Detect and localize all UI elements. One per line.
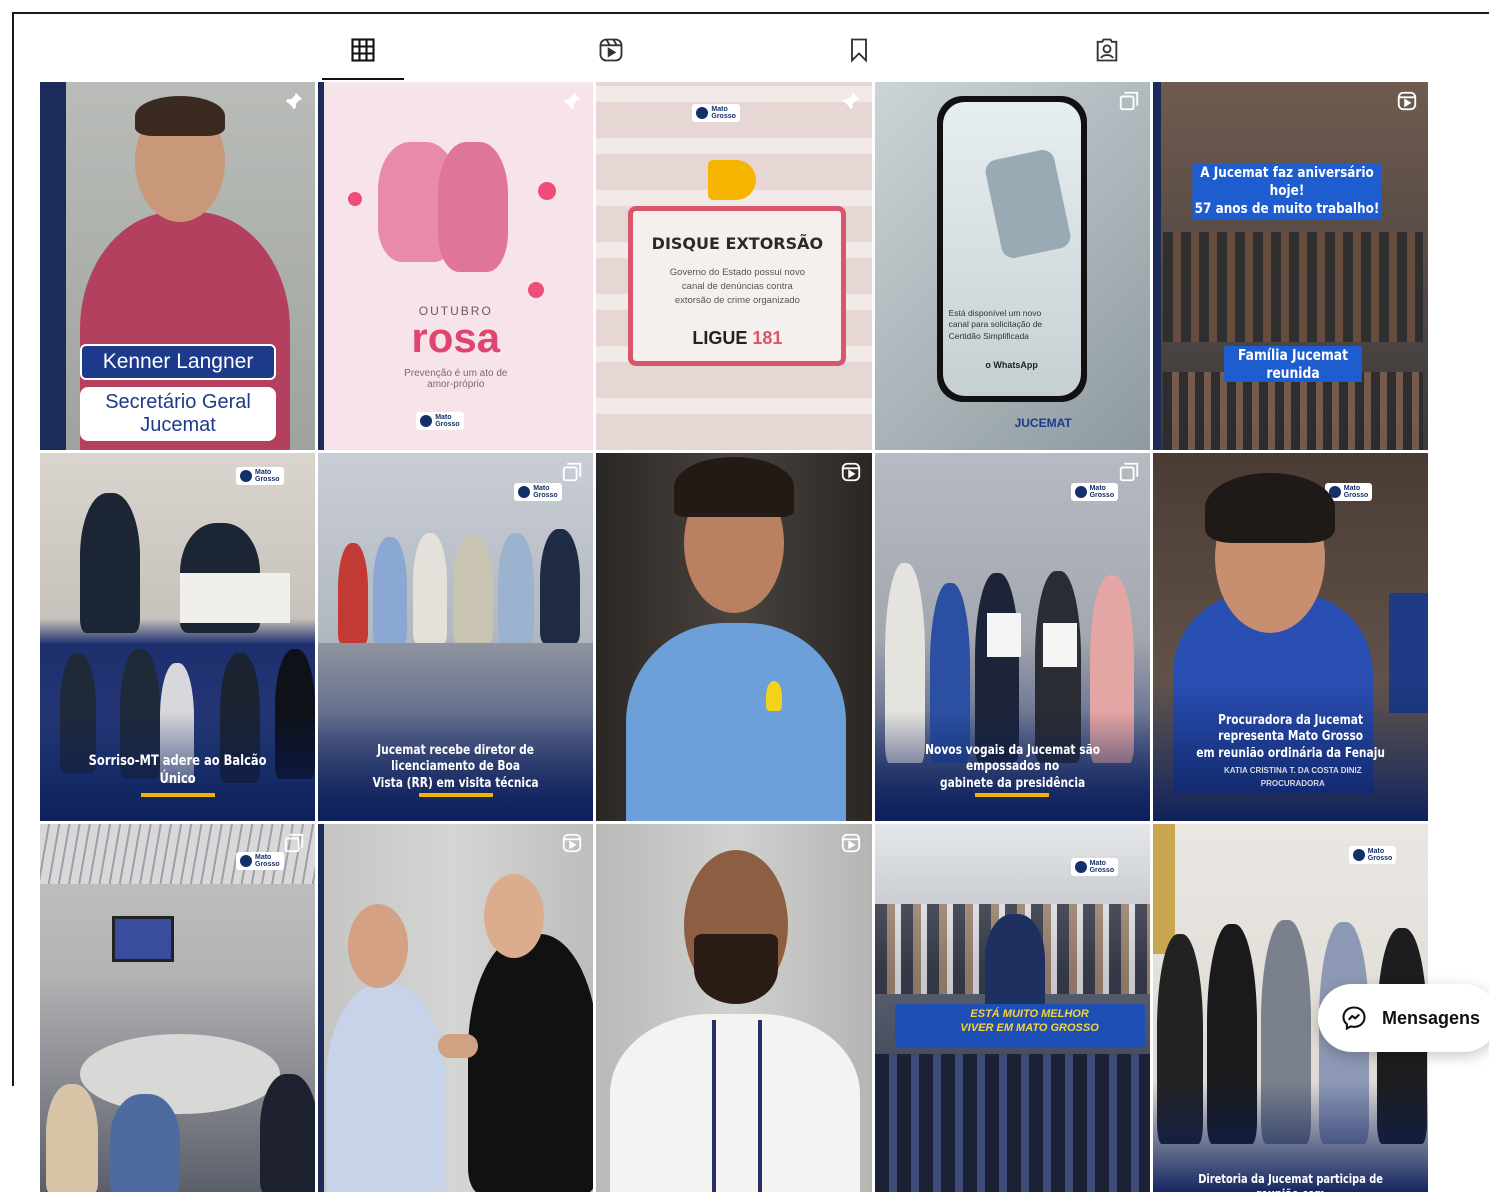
subtitle: Prevenção é um ato de amor-próprio <box>404 368 508 390</box>
cta-number: 181 <box>752 328 783 348</box>
seal-icon <box>240 855 252 867</box>
logo-badge: Mato Grosso <box>416 412 464 430</box>
post-caption: Diretoria da Jucemat participa de reuniã… <box>1198 1172 1383 1192</box>
post-tile[interactable]: Mato Grosso ESTÁ MUITO MELHOR VIVER EM M… <box>874 824 1150 1192</box>
post-tile[interactable]: Kenner Langner Secretário Geral Jucemat <box>40 82 316 450</box>
profile-tabs <box>40 20 1428 80</box>
reels-icon <box>599 38 623 62</box>
tab-saved[interactable] <box>818 20 900 80</box>
banner-bottom: Família Jucemat reunida <box>1223 346 1362 382</box>
grid-icon <box>351 38 375 62</box>
logo-text: Mato Grosso <box>1343 485 1369 499</box>
logo-text: Mato Grosso <box>255 854 280 868</box>
post-caption: Novos vogais da Jucemat são empossados n… <box>924 743 1100 791</box>
post-caption: Jucemat recebe diretor de licenciamento … <box>372 743 539 791</box>
caption-rule <box>418 793 493 797</box>
seal-icon <box>696 107 709 119</box>
post-tile[interactable]: Mato Grosso Procuradora da Jucemat repre… <box>1152 453 1428 821</box>
name-label: Kenner Langner <box>80 344 276 380</box>
reels-icon <box>561 832 583 854</box>
post-tile[interactable]: Mato Grosso Sorriso-MT adere ao Balcão Ú… <box>40 453 316 821</box>
post-tile[interactable] <box>318 824 594 1192</box>
reels-icon <box>840 461 862 483</box>
post-tile[interactable]: Mato Grosso <box>40 824 316 1192</box>
role-label: Secretário Geral Jucemat <box>80 387 276 441</box>
logo-badge: Mato Grosso <box>1348 846 1397 864</box>
post-tile[interactable] <box>596 824 872 1192</box>
post-tile[interactable]: A Jucemat faz aniversário hoje! 57 anos … <box>1152 82 1428 450</box>
post-tile[interactable]: Mato Grosso DISQUE EXTORSÃO Governo do E… <box>596 82 872 450</box>
caption-rule <box>975 793 1050 797</box>
carousel-icon <box>1118 90 1140 112</box>
messages-label: Mensagens <box>1382 1007 1481 1028</box>
logo-badge: Mato Grosso <box>1070 483 1119 501</box>
logo-text: Mato Grosso <box>1089 485 1115 499</box>
carousel-icon <box>561 461 583 483</box>
logo-text: Mato Grosso <box>1367 848 1393 862</box>
body-text: Governo do Estado possui novo canal de d… <box>669 267 805 306</box>
handshake-icon <box>438 1034 479 1058</box>
logo-badge: Mato Grosso <box>236 852 284 870</box>
phone-text: Está disponível um novo canal para solic… <box>948 308 1043 341</box>
post-caption: Sorriso-MT adere ao Balcão Único <box>88 753 267 787</box>
logo-badge: Mato Grosso <box>1070 858 1119 876</box>
pin-icon <box>561 90 583 112</box>
tab-posts[interactable] <box>322 20 404 80</box>
pin-icon <box>283 90 305 112</box>
logo-text: Mato Grosso <box>1089 860 1115 874</box>
seal-icon <box>420 415 433 427</box>
cta-prefix: LIGUE <box>692 328 753 348</box>
banner-top: A Jucemat faz aniversário hoje! 57 anos … <box>1192 164 1382 219</box>
post-tile[interactable] <box>596 453 872 821</box>
seal-icon <box>1074 861 1087 873</box>
reels-icon <box>840 832 862 854</box>
messages-button[interactable]: Mensagens <box>1318 984 1489 1052</box>
megaphone-icon <box>708 160 757 200</box>
heading: DISQUE EXTORSÃO <box>651 234 824 253</box>
logo-badge: Mato Grosso <box>514 483 562 501</box>
tab-reels[interactable] <box>570 20 652 80</box>
caption-rule <box>140 793 215 797</box>
carousel-icon <box>1118 461 1140 483</box>
reels-icon <box>1396 90 1418 112</box>
footer-logo: JUCEMAT <box>1014 416 1072 430</box>
logo-text: Mato Grosso <box>711 106 736 120</box>
logo-text: Mato Grosso <box>255 469 280 483</box>
post-caption: Procuradora da Jucemat representa Mato G… <box>1196 713 1385 761</box>
post-tile[interactable]: Mato Grosso Novos vogais da Jucemat são … <box>874 453 1150 821</box>
seal-icon <box>518 486 531 498</box>
title-main: rosa <box>411 314 501 361</box>
bookmark-icon <box>851 38 867 63</box>
logo-badge: Mato Grosso <box>692 104 740 122</box>
ribbon-icon <box>766 681 783 711</box>
tagged-user-icon <box>1096 38 1118 62</box>
cta-text: LIGUE 181 <box>628 328 846 349</box>
posts-grid: Kenner Langner Secretário Geral Jucemat … <box>40 82 1428 1192</box>
event-banner: ESTÁ MUITO MELHOR VIVER EM MATO GROSSO <box>960 1008 1099 1034</box>
post-tile[interactable]: Mato Grosso Jucemat recebe diretor de li… <box>318 453 594 821</box>
seal-icon <box>1352 849 1365 861</box>
logo-text: Mato Grosso <box>533 485 558 499</box>
tab-tagged[interactable] <box>1066 20 1148 80</box>
carousel-icon <box>283 832 305 854</box>
pin-icon <box>840 90 862 112</box>
logo-badge: Mato Grosso <box>236 467 284 485</box>
logo-text: Mato Grosso <box>435 414 460 428</box>
post-tile[interactable]: OUTUBRO rosa Prevenção é um ato de amor-… <box>318 82 594 450</box>
seal-icon <box>1074 486 1087 498</box>
seal-icon <box>240 470 252 482</box>
phone-cta: o WhatsApp <box>985 360 1038 370</box>
messenger-icon <box>1342 1006 1366 1031</box>
nameplate: KATIA CRISTINA T. DA COSTA DINIZ PROCURA… <box>1223 766 1362 788</box>
post-tile[interactable]: Está disponível um novo canal para solic… <box>874 82 1150 450</box>
